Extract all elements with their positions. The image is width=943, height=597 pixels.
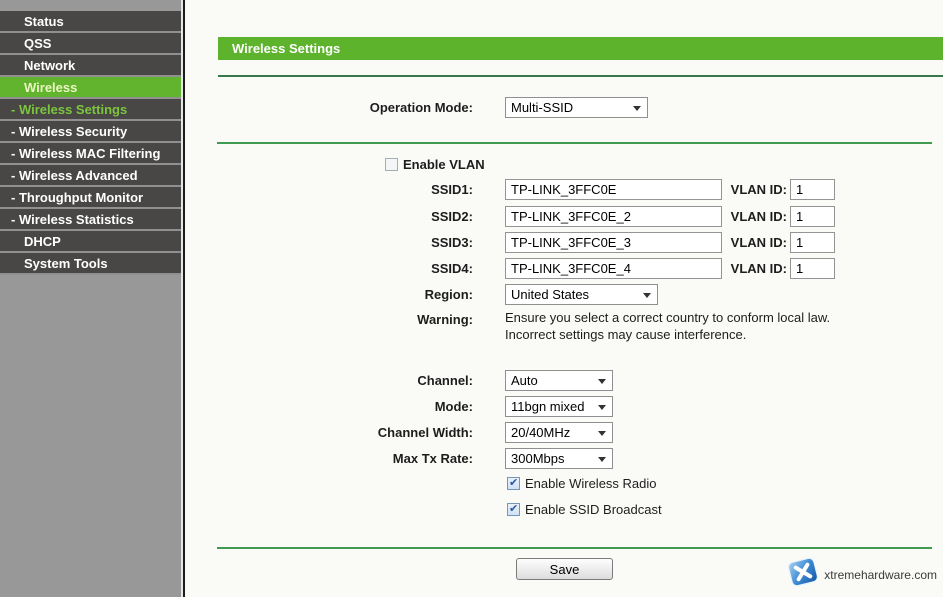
ssid4-row: SSID4: VLAN ID: [185, 258, 943, 280]
region-select[interactable]: United States [505, 284, 658, 305]
channel-width-select[interactable]: 20/40MHz [505, 422, 613, 443]
enable-vlan-checkbox[interactable] [385, 158, 398, 171]
enable-wireless-radio-row: Enable Wireless Radio [185, 474, 943, 496]
operation-mode-row: Operation Mode: Multi-SSID [185, 97, 943, 119]
sidebar-item-wireless-settings[interactable]: - Wireless Settings [0, 99, 181, 121]
channel-width-label: Channel Width: [185, 422, 473, 443]
mode-row: Mode: 11bgn mixed [185, 396, 943, 418]
warning-label: Warning: [185, 309, 473, 330]
enable-ssid-broadcast-label: Enable SSID Broadcast [525, 500, 662, 520]
vlan-id-2-input[interactable] [790, 206, 835, 227]
enable-ssid-broadcast-row: Enable SSID Broadcast [185, 500, 943, 522]
channel-label: Channel: [185, 370, 473, 391]
sidebar-item-wireless-mac-filtering[interactable]: - Wireless MAC Filtering [0, 143, 181, 165]
max-tx-rate-select[interactable]: 300Mbps [505, 448, 613, 469]
vlan-id-3-label: VLAN ID: [655, 232, 787, 253]
watermark-logo: xtremehardware.com [785, 556, 937, 593]
vlan-id-2-label: VLAN ID: [655, 206, 787, 227]
router-admin-page: Status QSS Network Wireless - Wireless S… [0, 0, 943, 597]
vlan-id-1-label: VLAN ID: [655, 179, 787, 200]
warning-text: Ensure you select a correct country to c… [505, 309, 830, 343]
region-label: Region: [185, 284, 473, 305]
main-content: Wireless Settings Operation Mode: Multi-… [185, 0, 943, 597]
enable-ssid-broadcast-checkbox[interactable] [507, 503, 520, 516]
separator-bottom [217, 547, 932, 549]
page-title: Wireless Settings [218, 37, 943, 60]
sidebar-item-dhcp[interactable]: DHCP [0, 231, 181, 253]
max-tx-rate-label: Max Tx Rate: [185, 448, 473, 469]
ssid1-label: SSID1: [185, 179, 473, 200]
sidebar-menu: Status QSS Network Wireless - Wireless S… [0, 0, 181, 275]
xtremehardware-x-icon [785, 556, 821, 593]
max-tx-rate-row: Max Tx Rate: 300Mbps [185, 448, 943, 470]
separator-top [218, 75, 943, 77]
region-row: Region: United States [185, 284, 943, 306]
sidebar: Status QSS Network Wireless - Wireless S… [0, 0, 181, 597]
sidebar-item-wireless-statistics[interactable]: - Wireless Statistics [0, 209, 181, 231]
sidebar-item-throughput-monitor[interactable]: - Throughput Monitor [0, 187, 181, 209]
channel-select[interactable]: Auto [505, 370, 613, 391]
enable-vlan-row: Enable VLAN [185, 155, 943, 177]
ssid3-row: SSID3: VLAN ID: [185, 232, 943, 254]
operation-mode-label: Operation Mode: [185, 97, 473, 118]
vlan-id-4-label: VLAN ID: [655, 258, 787, 279]
mode-select[interactable]: 11bgn mixed [505, 396, 613, 417]
vlan-id-4-input[interactable] [790, 258, 835, 279]
sidebar-item-wireless-security[interactable]: - Wireless Security [0, 121, 181, 143]
sidebar-item-status[interactable]: Status [0, 11, 181, 33]
ssid2-label: SSID2: [185, 206, 473, 227]
enable-wireless-radio-checkbox[interactable] [507, 477, 520, 490]
ssid3-label: SSID3: [185, 232, 473, 253]
sidebar-item-wireless[interactable]: Wireless [0, 77, 181, 99]
ssid1-row: SSID1: VLAN ID: [185, 179, 943, 201]
ssid4-label: SSID4: [185, 258, 473, 279]
enable-vlan-label: Enable VLAN [403, 155, 485, 175]
separator-middle [217, 142, 932, 144]
warning-line2: Incorrect settings may cause interferenc… [505, 326, 830, 343]
enable-wireless-radio-label: Enable Wireless Radio [525, 474, 657, 494]
warning-line1: Ensure you select a correct country to c… [505, 309, 830, 326]
warning-row: Warning: Ensure you select a correct cou… [185, 309, 943, 345]
sidebar-item-network[interactable]: Network [0, 55, 181, 77]
vlan-id-1-input[interactable] [790, 179, 835, 200]
sidebar-item-system-tools[interactable]: System Tools [0, 253, 181, 275]
sidebar-item-wireless-advanced[interactable]: - Wireless Advanced [0, 165, 181, 187]
channel-row: Channel: Auto [185, 370, 943, 392]
vlan-id-3-input[interactable] [790, 232, 835, 253]
save-button[interactable]: Save [516, 558, 613, 580]
watermark-text: xtremehardware.com [824, 568, 937, 582]
sidebar-item-qss[interactable]: QSS [0, 33, 181, 55]
mode-label: Mode: [185, 396, 473, 417]
operation-mode-select[interactable]: Multi-SSID [505, 97, 648, 118]
ssid2-row: SSID2: VLAN ID: [185, 206, 943, 228]
channel-width-row: Channel Width: 20/40MHz [185, 422, 943, 444]
